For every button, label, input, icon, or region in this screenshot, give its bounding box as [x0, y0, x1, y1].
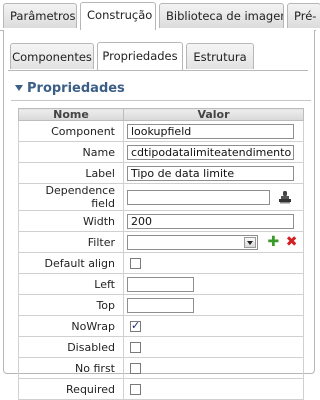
- tab-parametros[interactable]: Parâmetros: [3, 3, 77, 28]
- dropdown-arrow-icon[interactable]: [244, 236, 256, 248]
- property-label: Default align: [18, 252, 124, 274]
- required-checkbox[interactable]: [130, 384, 141, 395]
- tab-propriedades[interactable]: Propriedades: [97, 42, 183, 70]
- default-align-checkbox[interactable]: [130, 258, 141, 269]
- property-row-left: Left: [18, 273, 304, 295]
- construction-panel: Componentes Propriedades Estrutura Propr…: [3, 30, 315, 400]
- property-label: Name: [18, 141, 124, 163]
- property-row-required: Required: [18, 378, 304, 400]
- property-row-width: Width 200: [18, 210, 304, 232]
- collapse-triangle-icon[interactable]: [15, 85, 23, 91]
- properties-section-header[interactable]: Propriedades: [11, 78, 311, 101]
- grid-header-row: Nome Valor: [18, 108, 304, 121]
- tab-pre[interactable]: Pré-: [287, 3, 320, 28]
- disabled-checkbox[interactable]: [130, 342, 141, 353]
- property-label: Top: [18, 294, 124, 316]
- stamp-icon[interactable]: [278, 190, 292, 204]
- property-label: Disabled: [18, 336, 124, 358]
- inner-tab-bar: Componentes Propriedades Estrutura: [8, 40, 308, 71]
- column-header-name: Nome: [18, 108, 124, 121]
- property-row-filter: Filter ✚ ✖: [18, 231, 304, 253]
- property-row-dependence-field: Dependence field: [18, 183, 304, 211]
- section-title: Propriedades: [27, 81, 125, 96]
- nowrap-checkbox[interactable]: [130, 319, 141, 332]
- plus-icon[interactable]: ✚: [268, 235, 280, 249]
- dependence-field-input[interactable]: [127, 189, 270, 205]
- tab-biblioteca-de-imagens[interactable]: Biblioteca de imagens: [159, 3, 284, 28]
- property-label: NoWrap: [18, 315, 124, 337]
- name-input[interactable]: cdtipodatalimiteatendimento: [127, 144, 294, 160]
- tab-estrutura[interactable]: Estrutura: [186, 43, 254, 69]
- property-label: Dependence field: [18, 183, 124, 211]
- property-label: Label: [18, 162, 124, 184]
- property-row-name: Name cdtipodatalimiteatendimento: [18, 141, 304, 163]
- property-row-top: Top: [18, 294, 304, 316]
- tab-componentes[interactable]: Componentes: [10, 43, 94, 69]
- property-row-label: Label Tipo de data limite: [18, 162, 304, 184]
- label-input[interactable]: Tipo de data limite: [127, 165, 294, 181]
- no-first-checkbox[interactable]: [130, 363, 141, 374]
- component-input[interactable]: lookupfield: [127, 123, 294, 139]
- property-row-disabled: Disabled: [18, 336, 304, 358]
- width-input[interactable]: 200: [127, 213, 294, 229]
- top-tab-bar: Parâmetros Construção Biblioteca de imag…: [0, 0, 320, 31]
- property-row-nowrap: NoWrap: [18, 315, 304, 337]
- top-input[interactable]: [127, 297, 194, 313]
- filter-select[interactable]: [127, 234, 258, 250]
- property-row-default-align: Default align: [18, 252, 304, 274]
- delete-icon[interactable]: ✖: [286, 235, 298, 249]
- left-input[interactable]: [127, 276, 194, 292]
- property-label: Left: [18, 273, 124, 295]
- column-header-value: Valor: [123, 108, 304, 121]
- property-label: Width: [18, 210, 124, 232]
- property-label: Filter: [18, 231, 124, 253]
- property-label: No first: [18, 357, 124, 379]
- property-row-no-first: No first: [18, 357, 304, 379]
- tab-construcao[interactable]: Construção: [80, 2, 156, 30]
- property-label: Required: [18, 378, 124, 400]
- property-label: Component: [18, 120, 124, 142]
- properties-grid: Nome Valor Component lookupfield Name cd…: [18, 108, 304, 400]
- property-row-component: Component lookupfield: [18, 120, 304, 142]
